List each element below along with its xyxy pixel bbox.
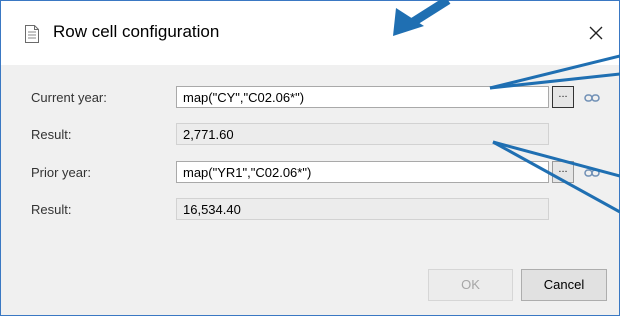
document-icon [25, 25, 39, 43]
close-button[interactable] [579, 17, 613, 49]
link-icon[interactable] [584, 93, 600, 103]
dialog-title: Row cell configuration [53, 22, 220, 41]
prior-year-browse-button[interactable]: ... [552, 161, 574, 183]
cancel-button[interactable]: Cancel [521, 269, 607, 301]
prior-result-label: Result: [31, 202, 72, 217]
prior-result-value: 16,534.40 [176, 198, 549, 220]
current-year-label: Current year: [31, 90, 107, 105]
current-result-value: 2,771.60 [176, 123, 549, 145]
prior-year-input[interactable]: map("YR1","C02.06*") [176, 161, 549, 183]
current-result-label: Result: [31, 127, 72, 142]
title-bar: Row cell configuration [1, 1, 619, 65]
ok-button[interactable]: OK [428, 269, 513, 301]
prior-year-label: Prior year: [31, 165, 91, 180]
close-icon [589, 26, 603, 40]
current-year-browse-button[interactable]: ... [552, 86, 574, 108]
prior-year-link-icon[interactable] [584, 168, 600, 178]
row-cell-configuration-dialog: Row cell configuration Current year: map… [0, 0, 620, 316]
current-year-input[interactable]: map("CY","C02.06*") [176, 86, 549, 108]
